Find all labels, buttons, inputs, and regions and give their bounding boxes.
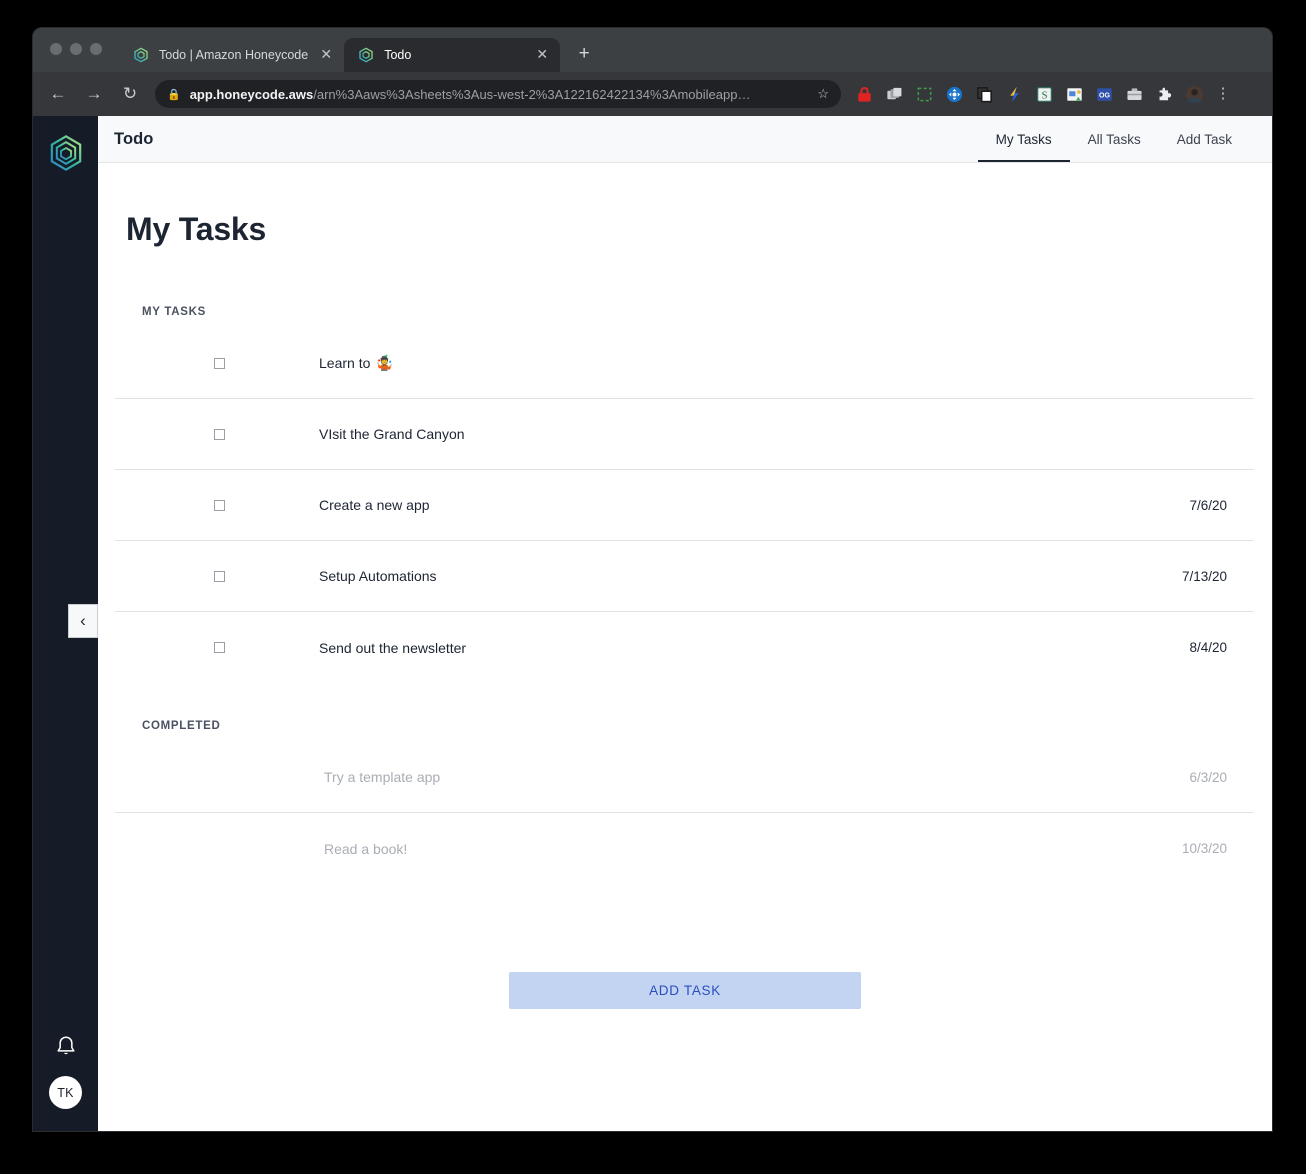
add-task-button-wrap: ADD TASK [98,972,1272,1009]
browser-tab-strip: Todo | Amazon Honeycode ✕ Todo ✕ + [33,28,1272,72]
url-domain: app.honeycode.aws [189,86,314,102]
minimize-window-button[interactable] [70,43,82,55]
add-task-button[interactable]: ADD TASK [509,972,861,1009]
task-date: 8/4/20 [1189,640,1227,655]
reload-icon[interactable]: ↻ [115,79,145,109]
table-row[interactable]: Setup Automations 7/13/20 [115,541,1254,612]
bell-icon[interactable] [53,1034,79,1060]
back-icon[interactable]: ← [43,79,73,109]
extension-icons: S OG [855,85,1204,104]
honeycode-logo-icon[interactable] [46,133,86,173]
task-checkbox[interactable] [214,428,225,440]
cards-stack-icon[interactable] [885,85,904,104]
svg-text:S: S [1041,89,1047,101]
task-checkbox[interactable] [214,357,225,369]
task-name: VIsit the Grand Canyon [319,426,1227,442]
close-icon[interactable]: ✕ [318,47,334,63]
browser-tab-2[interactable]: Todo ✕ [344,38,561,72]
app-main: Todo My Tasks All Tasks Add Task My Task… [98,116,1272,1131]
honeycode-favicon [359,47,373,63]
task-name: Create a new app [319,497,1189,513]
browser-tab-1-title: Todo | Amazon Honeycode [159,48,309,62]
app-nav-tabs: My Tasks All Tasks Add Task [977,116,1250,162]
close-window-button[interactable] [50,43,62,55]
table-row[interactable]: Create a new app 7/6/20 [115,470,1254,541]
section-label-my-tasks: MY TASKS [142,306,206,318]
task-name-text: Setup Automations [319,568,437,584]
task-name: Try a template app [324,769,1189,785]
table-row[interactable]: Send out the newsletter 8/4/20 [115,612,1254,683]
task-name: Setup Automations [319,568,1182,584]
copy-icon[interactable] [975,85,994,104]
puzzle-piece-icon[interactable] [1155,85,1174,104]
table-row[interactable]: VIsit the Grand Canyon [115,399,1254,470]
browser-menu-icon[interactable]: ⋮ [1214,86,1232,101]
task-date: 7/13/20 [1181,568,1227,584]
table-row[interactable]: Read a book! 10/3/20 [115,813,1254,884]
task-name-text: VIsit the Grand Canyon [319,426,465,442]
og-badge-icon[interactable]: OG [1095,85,1114,104]
app-header: Todo My Tasks All Tasks Add Task [98,116,1272,163]
content-area: My Tasks MY TASKS Learn to 🤹 VIsit the G… [98,163,1272,1131]
maximize-window-button[interactable] [90,43,102,55]
address-bar[interactable]: 🔒 app.honeycode.aws/arn%3Aaws%3Asheets%3… [155,80,841,108]
window-traffic-lights [50,43,102,55]
app-title: Todo [114,129,154,148]
table-row[interactable]: Try a template app 6/3/20 [115,742,1254,813]
task-checkbox[interactable] [214,499,225,511]
task-date: 10/3/20 [1181,841,1227,856]
section-label-completed: COMPLETED [142,720,221,732]
sidebar-collapse-button[interactable]: ‹ [68,604,98,638]
task-checkbox[interactable] [214,642,225,653]
lock-icon: 🔒 [167,88,181,101]
browser-tab-1[interactable]: Todo | Amazon Honeycode ✕ [119,38,344,72]
honeycode-favicon [134,47,148,63]
browser-tabs: Todo | Amazon Honeycode ✕ Todo ✕ + [119,38,598,72]
table-row[interactable]: Learn to 🤹 [115,328,1254,399]
juggling-person-icon: 🤹 [375,354,395,372]
task-name-text: Create a new app [319,497,430,513]
task-name: Send out the newsletter [319,640,1189,656]
task-date: 6/3/20 [1189,769,1227,785]
task-name-text: Learn to [319,355,371,371]
toolbox-icon[interactable] [1125,85,1144,104]
svg-text:OG: OG [1099,92,1110,99]
url-path: /arn%3Aaws%3Asheets%3Aus-west-2%3A122162… [313,86,751,102]
close-icon[interactable]: ✕ [534,47,550,63]
browser-toolbar: ← → ↻ 🔒 app.honeycode.aws/arn%3Aaws%3Ash… [33,72,1272,116]
lightning-bolt-icon[interactable] [1005,85,1024,104]
screenshot-select-icon[interactable] [915,85,934,104]
task-name: Learn to 🤹 [319,355,1227,371]
task-name-text: Try a template app [324,769,441,785]
bookmark-star-icon[interactable]: ☆ [817,86,829,102]
task-name: Read a book! [324,841,1182,857]
task-name-text: Read a book! [324,840,408,857]
user-avatar[interactable]: TK [49,1076,82,1109]
page-viewport: TK ‹ Todo My Tasks All Tasks Add Task My… [33,116,1272,1131]
sidebar-bottom-group: TK [49,1034,82,1109]
browser-window: Todo | Amazon Honeycode ✕ Todo ✕ + ← → ↻ [33,28,1272,1131]
tab-my-tasks[interactable]: My Tasks [977,116,1070,162]
url-text: app.honeycode.aws/arn%3Aaws%3Asheets%3Au… [190,87,810,102]
browser-tab-2-title: Todo [384,48,412,62]
tab-all-tasks[interactable]: All Tasks [1070,116,1159,162]
profile-avatar-icon[interactable] [1185,85,1204,104]
page-title: My Tasks [126,211,267,247]
blue-move-icon[interactable] [945,85,964,104]
padlock-icon[interactable] [855,85,874,104]
task-date: 7/6/20 [1189,497,1227,513]
tab-add-task[interactable]: Add Task [1159,116,1250,162]
task-name-text: Send out the newsletter [319,639,467,656]
task-list-completed: Try a template app 6/3/20 Read a book! 1… [98,742,1272,884]
forward-icon[interactable]: → [79,79,109,109]
new-tab-button[interactable]: + [570,40,598,68]
window-photos-icon[interactable] [1065,85,1084,104]
task-list-my-tasks: Learn to 🤹 VIsit the Grand Canyon Create… [98,328,1272,683]
task-checkbox[interactable] [214,570,225,582]
s-square-icon[interactable]: S [1035,85,1054,104]
